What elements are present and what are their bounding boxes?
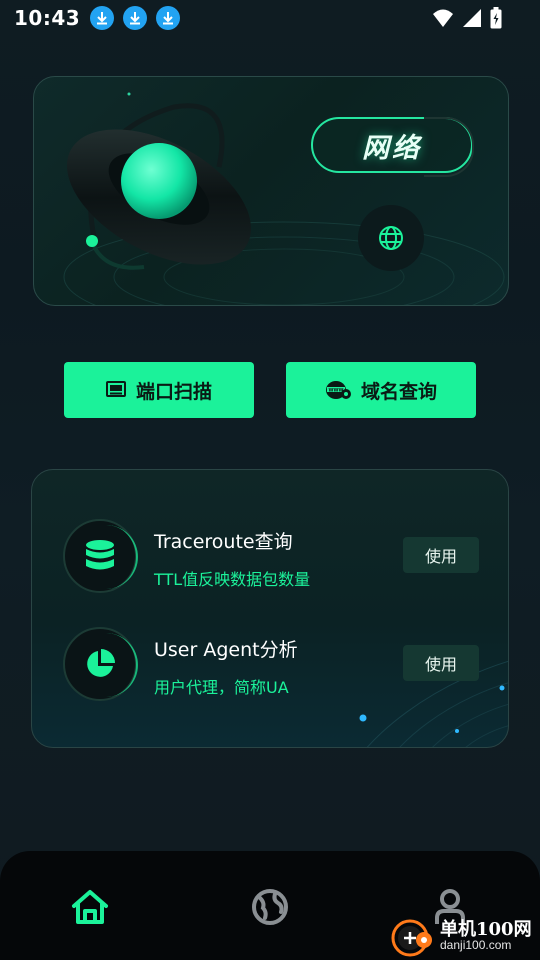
traceroute-title: Traceroute查询 [154, 531, 293, 553]
signal-icon [463, 9, 481, 27]
globe-icon [379, 226, 403, 250]
user-agent-icon-badge [63, 627, 138, 701]
traceroute-subtitle: TTL值反映数据包数量 [154, 570, 311, 589]
battery-icon [490, 7, 502, 29]
domain-query-label: 域名查询 [360, 380, 437, 403]
download-icon [123, 6, 148, 30]
tools-card: Traceroute查询 TTL值反映数据包数量 使用 User Agent分析… [31, 469, 509, 748]
pie-chart-icon [87, 649, 115, 677]
network-title: 网络 [362, 132, 422, 164]
download-icon [90, 6, 115, 30]
port-scan-label: 端口扫描 [135, 380, 212, 403]
monitor-icon [105, 381, 126, 397]
traceroute-icon-badge [63, 519, 138, 593]
status-icons [432, 7, 502, 29]
www-icon: WWW [325, 381, 351, 399]
download-icon [156, 6, 181, 30]
status-bar: 10:43 [0, 0, 540, 36]
traceroute-use-button[interactable]: 使用 [403, 537, 479, 573]
nav-home[interactable] [70, 887, 110, 927]
watermark: 单机100网 danji100.com [390, 912, 540, 960]
user-agent-use-button[interactable]: 使用 [403, 645, 479, 681]
wifi-icon [433, 9, 453, 27]
nav-network[interactable] [250, 887, 290, 927]
globe-icon [252, 889, 288, 925]
watermark-cn: 单机100网 [440, 918, 532, 940]
status-time: 10:43 [14, 6, 81, 30]
globe-button[interactable] [358, 205, 424, 271]
svg-text:WWW: WWW [329, 387, 344, 393]
network-hero-card: 网络 [33, 76, 509, 306]
tool-row-traceroute: Traceroute查询 TTL值反映数据包数量 使用 [32, 519, 508, 599]
user-agent-title: User Agent分析 [154, 639, 298, 661]
planet-illustration [63, 92, 505, 305]
user-agent-subtitle: 用户代理，简称UA [154, 678, 289, 697]
network-title-pill: 网络 [311, 117, 474, 177]
watermark-logo [390, 914, 434, 958]
watermark-en: danji100.com [440, 938, 512, 953]
database-icon [86, 540, 114, 570]
tool-row-user-agent: User Agent分析 用户代理，简称UA 使用 [32, 627, 508, 707]
domain-query-button[interactable]: WWW 域名查询 [286, 362, 476, 418]
port-scan-button[interactable]: 端口扫描 [64, 362, 254, 418]
home-icon [72, 890, 108, 924]
